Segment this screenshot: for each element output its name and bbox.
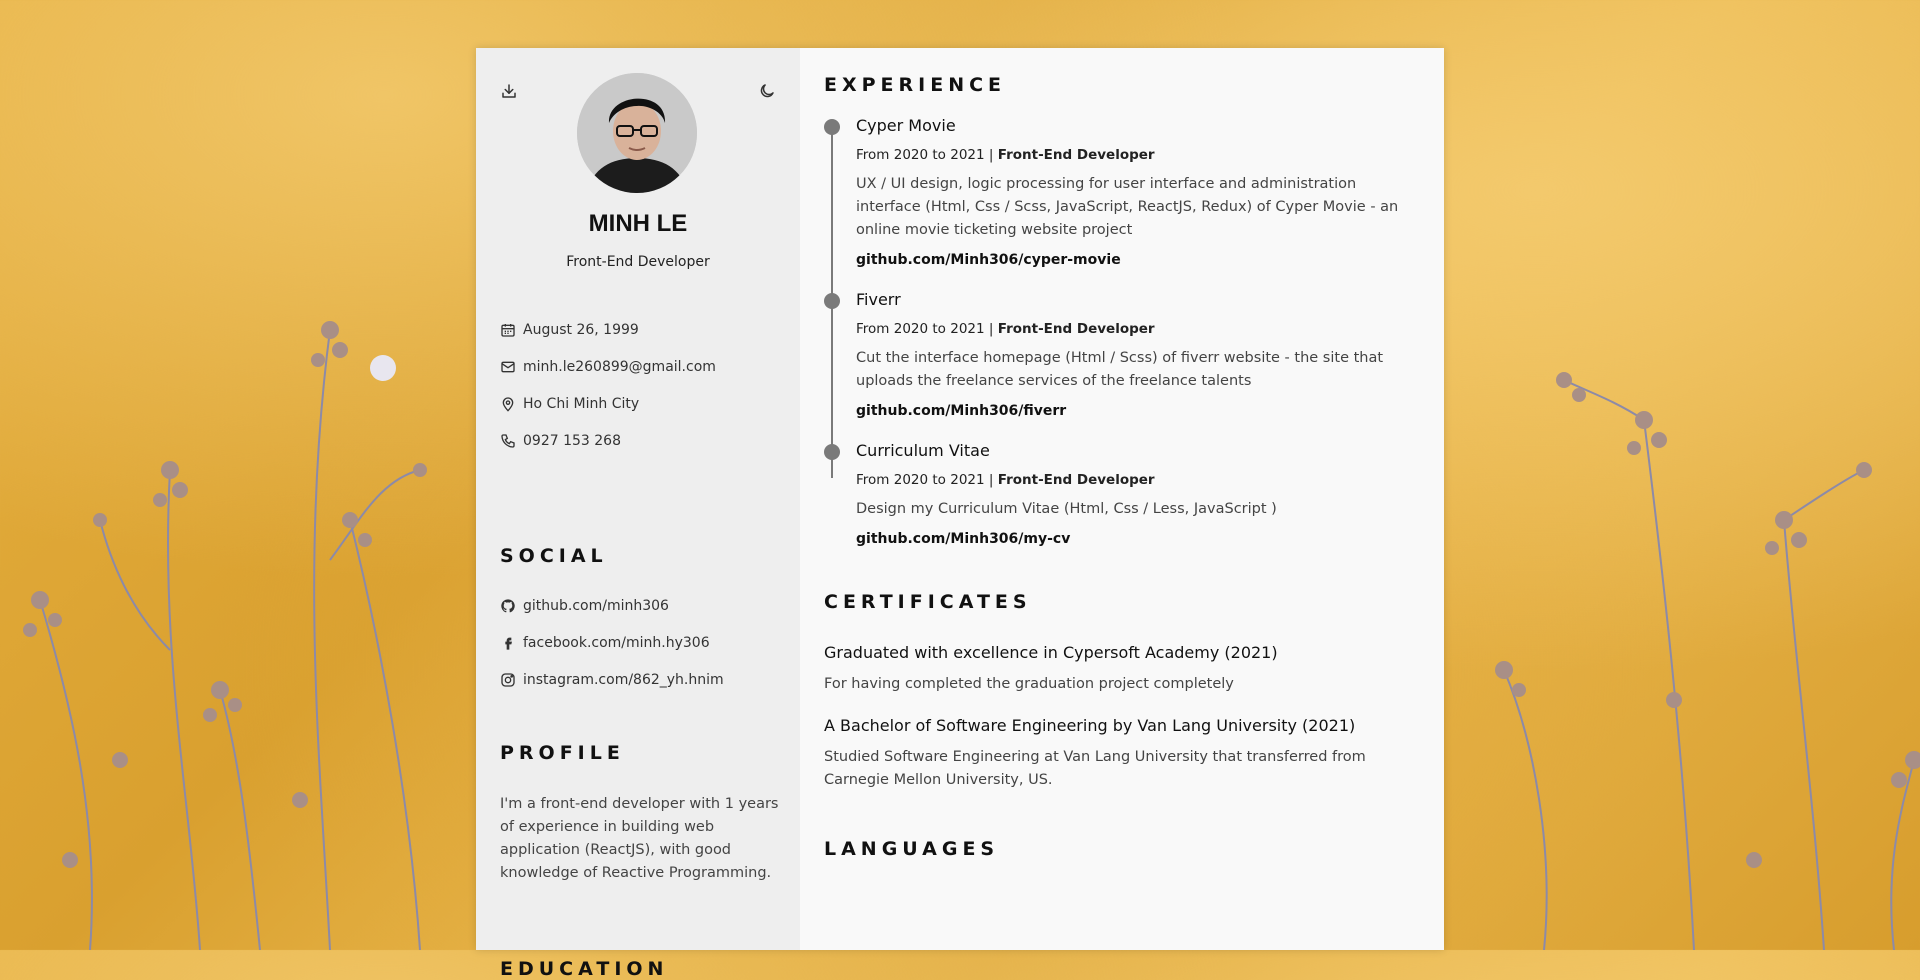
experience-timeline: Cyper Movie From 2020 to 2021 | Front-En…: [824, 116, 1420, 547]
download-icon[interactable]: [500, 82, 518, 100]
contact-email[interactable]: minh.le260899@gmail.com: [500, 348, 716, 385]
phone-icon: [501, 433, 515, 448]
social-list: github.com/minh306 facebook.com/minh.hy3…: [500, 587, 724, 698]
instagram-text: instagram.com/862_yh.hnim: [523, 671, 724, 688]
github-icon: [501, 598, 515, 612]
birthday-text: August 26, 1999: [523, 321, 639, 338]
person-role: Front-End Developer: [566, 254, 710, 270]
experience-repo-link[interactable]: github.com/Minh306/cyper-movie: [856, 252, 1420, 268]
experience-desc: UX / UI design, logic processing for use…: [856, 176, 1399, 238]
experience-meta: From 2020 to 2021 | Front-End Developer: [856, 472, 1420, 488]
experience-position: Front-End Developer: [997, 321, 1155, 337]
experience-period: From 2020 to 2021 |: [856, 147, 998, 163]
experience-item: Cyper Movie From 2020 to 2021 | Front-En…: [824, 116, 1420, 268]
contact-location: Ho Chi Minh City: [500, 385, 716, 422]
facebook-icon: [505, 637, 512, 650]
languages-heading: LANGUAGES: [824, 838, 1000, 860]
certificate-item: A Bachelor of Software Engineering by Va…: [824, 716, 1420, 792]
person-name: MINH LE: [588, 210, 688, 237]
dried-flowers-decoration-right: [1495, 372, 1920, 950]
profile-heading: PROFILE: [500, 742, 625, 764]
social-heading: SOCIAL: [500, 545, 608, 567]
location-text: Ho Chi Minh City: [523, 395, 640, 412]
instagram-icon: [501, 672, 515, 687]
experience-position: Front-End Developer: [997, 472, 1155, 488]
timeline-dot: [824, 444, 840, 460]
profile-text: I'm a front-end developer with 1 years o…: [500, 796, 779, 881]
experience-heading: EXPERIENCE: [824, 74, 1007, 96]
certificate-desc: For having completed the graduation proj…: [824, 676, 1234, 692]
contact-birthday: August 26, 1999: [500, 311, 716, 348]
sidebar: MINH LE Front-End Developer August 26, 1…: [476, 48, 800, 980]
main-content: EXPERIENCE Cyper Movie From 2020 to 2021…: [800, 48, 1444, 950]
social-instagram-link[interactable]: instagram.com/862_yh.hnim: [500, 661, 724, 698]
map-pin-icon: [502, 396, 514, 412]
cv-card: MINH LE Front-End Developer August 26, 1…: [476, 48, 1444, 980]
phone-text: 0927 153 268: [523, 432, 621, 449]
experience-desc: Design my Curriculum Vitae (Html, Css / …: [856, 501, 1277, 517]
contact-phone[interactable]: 0927 153 268: [500, 422, 716, 459]
contact-list: August 26, 1999 minh.le260899@gmail.com …: [500, 311, 716, 459]
experience-title: Curriculum Vitae: [856, 441, 990, 460]
experience-desc: Cut the interface homepage (Html / Scss)…: [856, 350, 1384, 389]
experience-position: Front-End Developer: [997, 147, 1155, 163]
social-facebook-link[interactable]: facebook.com/minh.hy306: [500, 624, 724, 661]
education-heading: EDUCATION: [500, 958, 669, 980]
experience-title: Fiverr: [856, 290, 901, 309]
email-text: minh.le260899@gmail.com: [523, 358, 716, 375]
experience-repo-link[interactable]: github.com/Minh306/fiverr: [856, 403, 1420, 419]
experience-item: Fiverr From 2020 to 2021 | Front-End Dev…: [824, 290, 1420, 419]
certificate-title: A Bachelor of Software Engineering by Va…: [824, 716, 1356, 735]
avatar: [577, 73, 697, 193]
social-github-link[interactable]: github.com/minh306: [500, 587, 724, 624]
github-text: github.com/minh306: [523, 597, 669, 614]
mail-icon: [501, 361, 515, 372]
certificates-heading: CERTIFICATES: [824, 591, 1032, 613]
experience-period: From 2020 to 2021 |: [856, 472, 998, 488]
certificate-item: Graduated with excellence in Cypersoft A…: [824, 643, 1420, 696]
facebook-text: facebook.com/minh.hy306: [523, 634, 710, 651]
calendar-icon: [501, 323, 515, 337]
certificate-desc: Studied Software Engineering at Van Lang…: [824, 749, 1366, 788]
experience-period: From 2020 to 2021 |: [856, 321, 998, 337]
timeline-dot: [824, 119, 840, 135]
experience-meta: From 2020 to 2021 | Front-End Developer: [856, 321, 1420, 337]
experience-title: Cyper Movie: [856, 116, 956, 135]
dried-flowers-decoration: [23, 321, 427, 950]
experience-meta: From 2020 to 2021 | Front-End Developer: [856, 147, 1420, 163]
experience-repo-link[interactable]: github.com/Minh306/my-cv: [856, 531, 1420, 547]
experience-item: Curriculum Vitae From 2020 to 2021 | Fro…: [824, 441, 1420, 547]
timeline-dot: [824, 293, 840, 309]
certificate-title: Graduated with excellence in Cypersoft A…: [824, 643, 1278, 662]
moon-icon[interactable]: [758, 82, 776, 100]
